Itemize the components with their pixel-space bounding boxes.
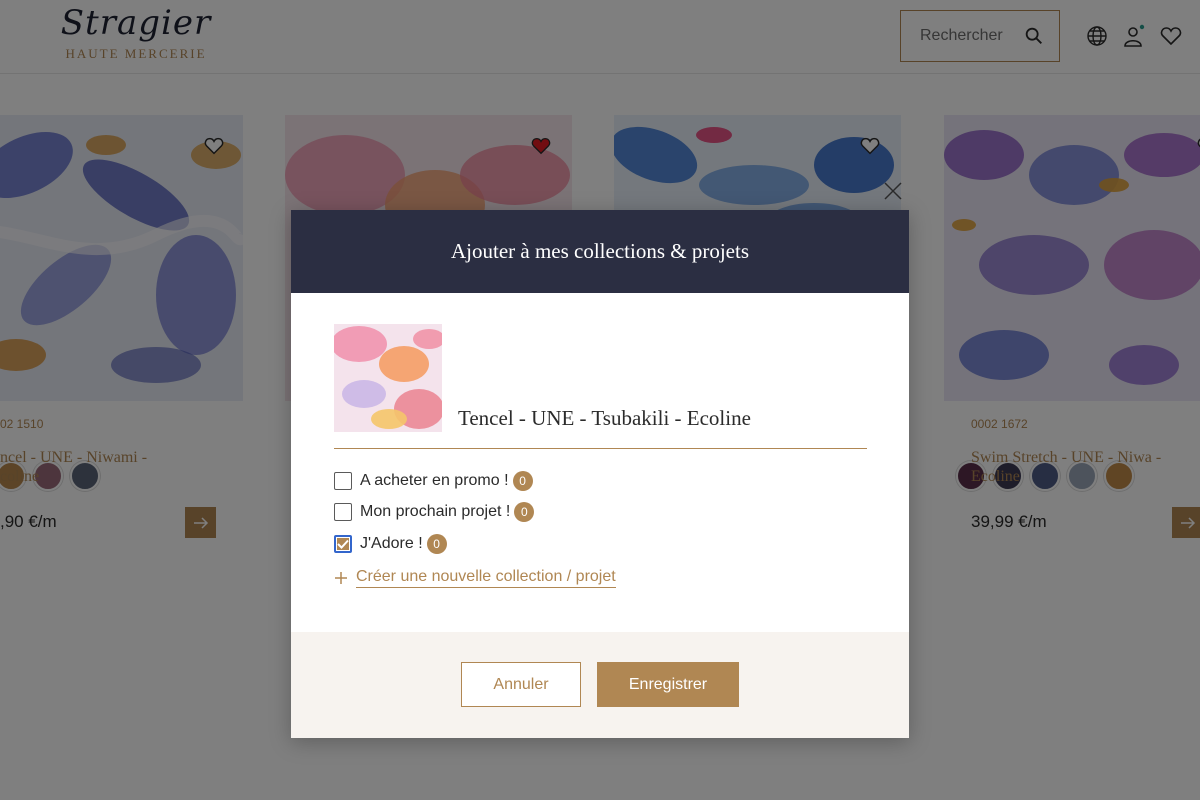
- collection-label[interactable]: J'Adore !: [360, 535, 423, 553]
- close-icon[interactable]: [880, 178, 906, 204]
- collection-checkbox[interactable]: [334, 534, 352, 553]
- create-collection-label[interactable]: Créer une nouvelle collection / projet: [356, 568, 616, 588]
- save-button[interactable]: Enregistrer: [597, 662, 739, 707]
- collection-checkbox[interactable]: [334, 471, 352, 490]
- collection-count-badge: 0: [514, 502, 535, 523]
- collection-list: A acheter en promo ! 0 Mon prochain proj…: [334, 465, 535, 560]
- collection-option[interactable]: A acheter en promo ! 0: [334, 465, 534, 497]
- modal-product-name: Tencel - UNE - Tsubakili - Ecoline: [458, 406, 751, 430]
- collection-count-badge: 0: [512, 470, 533, 491]
- modal-title: Ajouter à mes collections & projets: [450, 239, 749, 263]
- create-collection-link[interactable]: Créer une nouvelle collection / projet: [334, 568, 616, 588]
- modal-product: Tencel - UNE - Tsubakili - Ecoline: [334, 324, 867, 449]
- modal-footer: Annuler Enregistrer: [291, 632, 909, 738]
- collection-label[interactable]: Mon prochain projet !: [360, 503, 510, 521]
- checkmark-icon: [337, 539, 349, 549]
- collection-option[interactable]: Mon prochain projet ! 0: [334, 497, 535, 529]
- modal-header: Ajouter à mes collections & projets: [291, 210, 909, 293]
- collection-checkbox[interactable]: [334, 503, 352, 522]
- cancel-button[interactable]: Annuler: [461, 662, 581, 707]
- collection-option[interactable]: J'Adore ! 0: [334, 528, 534, 560]
- plus-icon: [335, 572, 347, 584]
- product-thumbnail: [334, 324, 442, 432]
- collection-label[interactable]: A acheter en promo !: [360, 472, 509, 490]
- collection-count-badge: 0: [426, 533, 447, 554]
- add-to-collection-modal: Ajouter à mes collections & projets Tenc…: [291, 210, 909, 738]
